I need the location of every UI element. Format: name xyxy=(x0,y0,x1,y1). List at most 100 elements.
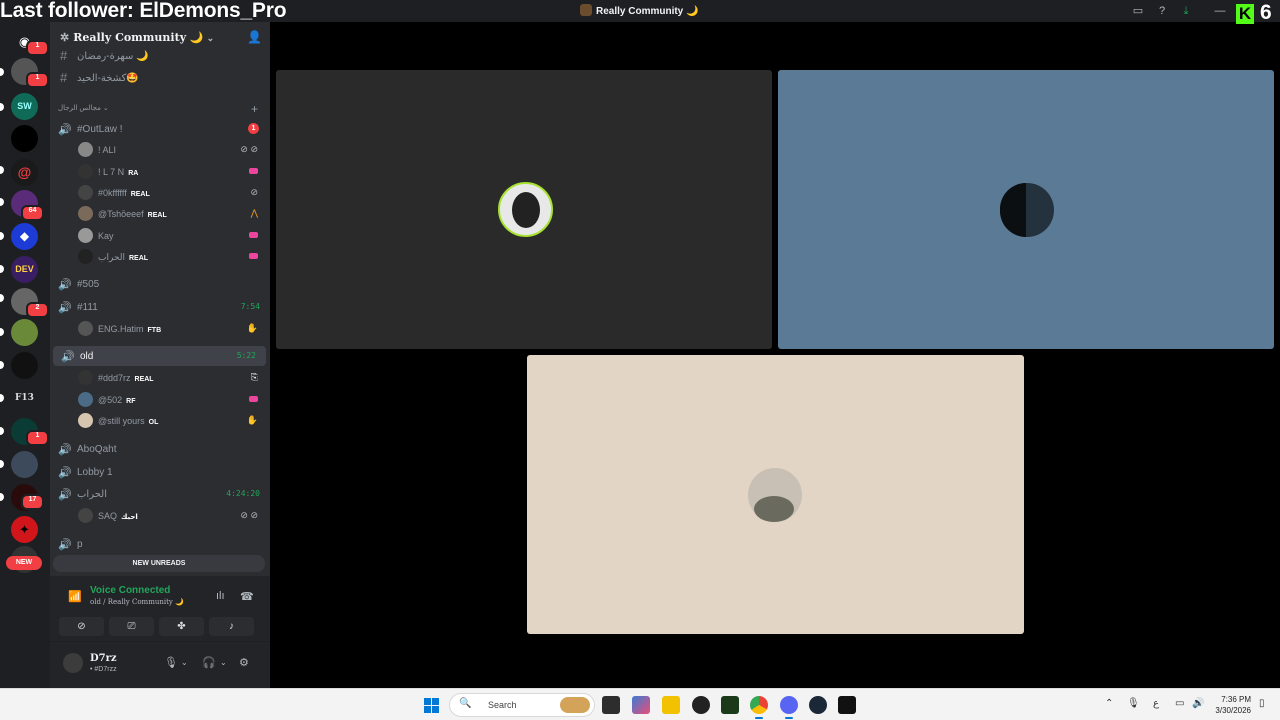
soundboard-button[interactable]: ♪ xyxy=(209,617,254,636)
chevron-up-icon[interactable]: ⌃ xyxy=(1105,698,1113,709)
server-icon[interactable]: ✦ xyxy=(11,516,38,543)
chrome-icon[interactable] xyxy=(750,696,768,719)
chevron-down-icon[interactable]: ⌄ xyxy=(181,658,188,667)
server-icon[interactable] xyxy=(11,352,38,379)
screen-share-button[interactable]: ⎚ xyxy=(109,617,154,636)
voice-user[interactable]: @still yours OL ✋ xyxy=(50,411,270,431)
kick-count: 6 xyxy=(1260,1,1272,24)
microphone-icon[interactable]: 🎙 xyxy=(164,656,178,669)
unread-pill xyxy=(0,232,4,240)
windows-taskbar: 🔍 Search ⌃ 🎙 ع ▭ 🔊 7:36 PM 3/30/2026 ▯ xyxy=(0,688,1280,720)
avatar xyxy=(78,164,93,179)
network-icon[interactable]: ▭ xyxy=(1175,698,1184,709)
server-icon[interactable]: SW xyxy=(11,93,38,120)
inbox-icon[interactable]: ▭ xyxy=(1131,4,1145,18)
speaker-icon: 🔊 xyxy=(61,351,75,363)
voice-user[interactable]: @502 RF xyxy=(50,390,270,410)
task-view-icon[interactable] xyxy=(602,696,620,714)
voice-channel-info[interactable]: old / Really Community 🌙 xyxy=(90,598,184,606)
server-icon[interactable]: ◆ xyxy=(11,223,38,250)
participant-tile[interactable] xyxy=(778,70,1274,349)
avatar xyxy=(748,468,802,522)
clock[interactable]: 7:36 PM 3/30/2026 xyxy=(1215,694,1251,716)
server-icon[interactable] xyxy=(11,125,38,152)
camera-button[interactable]: ⊘ xyxy=(59,617,104,636)
voice-user[interactable]: #0kffffff REAL ⊘ xyxy=(50,183,270,203)
voice-user[interactable]: #ddd7rz REAL ⎘ xyxy=(50,368,270,388)
unread-pill xyxy=(0,68,4,76)
voice-user[interactable]: الحراب REAL xyxy=(50,247,270,267)
voice-stage xyxy=(271,22,1280,688)
server-icon[interactable]: @ xyxy=(11,159,38,186)
obs-icon[interactable] xyxy=(692,696,710,714)
avatar xyxy=(78,370,93,385)
discord-icon[interactable] xyxy=(780,696,798,719)
voice-channel[interactable]: 🔊 AboQaht xyxy=(50,439,270,459)
voice-user[interactable]: ENG.Hatim FTB ✋ xyxy=(50,319,270,339)
live-icon xyxy=(249,396,258,402)
window-title: Really Community 🌙 xyxy=(580,4,698,17)
follower-overlay: Last follower: ElDemons_Pro xyxy=(0,0,287,22)
voice-user[interactable]: ! ALI ⊘ ⊘ xyxy=(50,140,270,160)
avatar xyxy=(78,321,93,336)
username[interactable]: D7rz xyxy=(90,653,117,664)
unread-pill xyxy=(0,427,4,435)
text-channel[interactable]: # كشخة-الحيد🤩 xyxy=(50,68,270,88)
new-unreads-pill[interactable]: NEW xyxy=(6,556,42,570)
server-icon[interactable]: F13 xyxy=(11,385,38,412)
voice-user[interactable]: @Tshōeeef REAL ⋀ xyxy=(50,204,270,224)
server-icon[interactable]: DEV xyxy=(11,256,38,283)
server-icon[interactable] xyxy=(11,319,38,346)
voice-status[interactable]: Voice Connected xyxy=(90,585,170,596)
voice-channel[interactable]: 🔊 #111 7:54 xyxy=(50,297,270,317)
help-icon[interactable]: ? xyxy=(1155,4,1169,18)
steam-icon[interactable] xyxy=(809,696,827,714)
speaker-icon: 🔊 xyxy=(58,467,72,479)
avatar[interactable] xyxy=(63,653,83,673)
voice-channel[interactable]: 🔊 #OutLaw ! 1 xyxy=(50,119,270,139)
participant-tile[interactable] xyxy=(527,355,1024,634)
app-icon[interactable] xyxy=(838,696,856,714)
live-icon xyxy=(249,232,258,238)
speaker-icon: 🔊 xyxy=(58,279,72,291)
taskbar-search[interactable]: 🔍 Search xyxy=(449,693,595,717)
download-icon[interactable]: ⤓ xyxy=(1179,4,1193,18)
microphone-icon[interactable]: 🎙 xyxy=(1127,698,1140,709)
voice-user[interactable]: SAQ احبك ⊘ ⊘ xyxy=(50,506,270,526)
invite-icon[interactable]: 👤 xyxy=(247,30,262,44)
file-explorer-icon[interactable] xyxy=(662,696,680,714)
voice-channel-active[interactable]: 🔊 old 5:22 xyxy=(53,346,266,366)
server-icon[interactable] xyxy=(11,451,38,478)
server-rail: ◉ 1 1 SW @ 64 ◆ DEV 2 F13 1 17 ✦ NEW xyxy=(0,22,50,688)
voice-channel[interactable]: 🔊 #505 xyxy=(50,274,270,294)
muted-icon: ⊘ ⊘ xyxy=(240,510,258,520)
volume-icon[interactable]: 🔊 xyxy=(1192,698,1204,709)
voice-user[interactable]: Kay xyxy=(50,226,270,246)
hash-icon: # xyxy=(60,48,68,63)
home-badge: 1 xyxy=(26,40,49,56)
headphones-icon[interactable]: 🎧 xyxy=(202,656,216,669)
participant-tile[interactable] xyxy=(276,70,772,349)
widgets-icon[interactable] xyxy=(632,696,650,714)
avatar xyxy=(78,185,93,200)
language-indicator[interactable]: ع xyxy=(1153,698,1159,709)
voice-user[interactable]: ! L 7 N RA xyxy=(50,162,270,182)
text-channel[interactable]: # سهرة-رمضان 🌙 xyxy=(50,46,270,66)
app-icon[interactable] xyxy=(721,696,739,714)
minimize-icon[interactable]: — xyxy=(1213,4,1227,18)
voice-channel[interactable]: 🔊 p xyxy=(50,534,270,554)
voice-channel[interactable]: 🔊 Lobby 1 xyxy=(50,462,270,482)
activities-button[interactable]: ✤ xyxy=(159,617,204,636)
voice-channel[interactable]: 🔊 الحراب 4:24:20 xyxy=(50,484,270,504)
disconnect-icon[interactable]: ☎ xyxy=(240,590,254,603)
category-header[interactable]: مجالس الرجال ⌄ xyxy=(58,104,109,112)
noise-suppression-icon[interactable]: ılı xyxy=(216,590,225,602)
chevron-down-icon[interactable]: ⌄ xyxy=(220,658,227,667)
notifications-icon[interactable]: ▯ xyxy=(1259,698,1265,709)
start-icon[interactable] xyxy=(424,698,440,714)
user-status: • #D7rzz xyxy=(90,666,117,673)
avatar xyxy=(498,182,553,237)
new-unreads-button[interactable]: NEW UNREADS xyxy=(53,555,265,572)
add-channel-icon[interactable]: + xyxy=(251,102,258,116)
user-settings-icon[interactable]: ⚙ xyxy=(239,656,249,669)
